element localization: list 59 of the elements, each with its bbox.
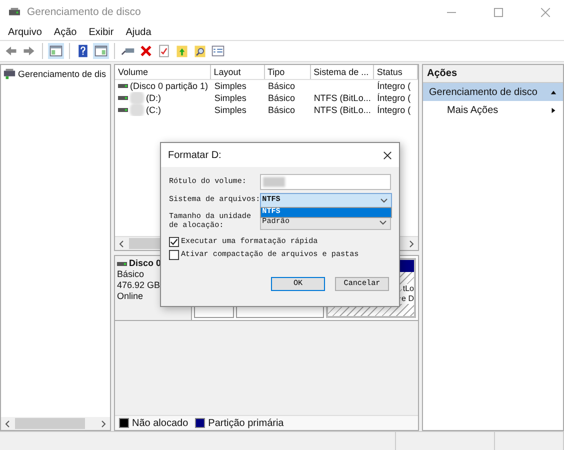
scrollbar-thumb[interactable] xyxy=(15,418,85,429)
disk-size: 476.92 GB xyxy=(117,280,162,291)
checkbox[interactable] xyxy=(169,250,179,260)
table-cell-text: Simples xyxy=(213,80,248,92)
volume-icon xyxy=(118,108,128,112)
partition-text: tLo xyxy=(402,284,414,294)
table-cell-text: Simples xyxy=(213,104,248,116)
window-title: Gerenciamento de disco xyxy=(27,6,141,18)
redaction-blur xyxy=(263,177,286,187)
legend-label: Não alocado xyxy=(132,418,188,428)
disk-management-icon xyxy=(3,67,16,80)
disk-type: Básico xyxy=(117,269,146,280)
table-cell: NTFS (BitLo... xyxy=(314,92,371,104)
panel-icon[interactable] xyxy=(93,43,109,59)
checkbox[interactable] xyxy=(169,236,179,246)
action-item[interactable]: Mais Ações xyxy=(447,104,498,116)
disk-management-icon xyxy=(8,6,21,18)
table-cell-text: Íntegro ( xyxy=(376,80,412,92)
actions-header: Ações xyxy=(423,65,563,83)
table-cell: (Disco 0 partição 1) xyxy=(130,80,208,92)
column-header[interactable]: Layout xyxy=(210,65,264,79)
table-cell-text: Básico xyxy=(267,92,296,104)
table-cell-text: Simples xyxy=(213,92,248,104)
volume-label-field[interactable] xyxy=(260,174,391,190)
menu-item[interactable]: Arquivo xyxy=(8,26,42,38)
legend-label: Partição primária xyxy=(208,418,284,428)
partition-text: e D xyxy=(400,294,414,304)
table-cell-text: Básico xyxy=(267,104,296,116)
volume-icon xyxy=(118,84,128,88)
volume-icon xyxy=(118,96,128,100)
horizontal-scrollbar[interactable] xyxy=(1,417,110,430)
chevron-down-icon xyxy=(380,198,388,202)
panel-icon[interactable] xyxy=(48,43,64,59)
checked-document-icon[interactable] xyxy=(156,43,172,59)
folder-up-icon[interactable] xyxy=(174,43,190,59)
properties-list-icon[interactable] xyxy=(210,43,226,59)
close-button[interactable] xyxy=(383,150,392,160)
tree-item[interactable]: Gerenciamento de dis xyxy=(18,68,106,78)
folder-search-icon[interactable] xyxy=(192,43,208,59)
submenu-arrow-icon xyxy=(550,106,557,114)
menu-item[interactable]: Ajuda xyxy=(126,26,152,38)
column-header[interactable]: Sistema de ... xyxy=(310,65,374,79)
collapse-icon[interactable] xyxy=(550,88,557,96)
column-header[interactable]: Status xyxy=(374,65,418,79)
table-cell: (C:) xyxy=(146,104,161,116)
table-cell: (D:) xyxy=(146,92,161,104)
menu-item[interactable]: Ação xyxy=(54,26,77,38)
table-cell-text: Básico xyxy=(267,80,296,92)
chevron-down-icon xyxy=(379,220,387,224)
table-cell: NTFS (BitLo... xyxy=(314,104,371,116)
menu-item[interactable]: Exibir xyxy=(88,26,114,38)
dialog-title: Formatar D: xyxy=(168,150,222,160)
disk-status: Online xyxy=(117,291,144,302)
delete-icon[interactable] xyxy=(138,43,154,59)
column-header[interactable]: Tipo xyxy=(264,65,311,79)
column-header[interactable]: Volume xyxy=(115,65,211,79)
table-cell-text: Íntegro ( xyxy=(376,92,412,104)
maximize-button[interactable] xyxy=(494,8,503,16)
table-cell-text: Íntegro ( xyxy=(376,104,412,116)
